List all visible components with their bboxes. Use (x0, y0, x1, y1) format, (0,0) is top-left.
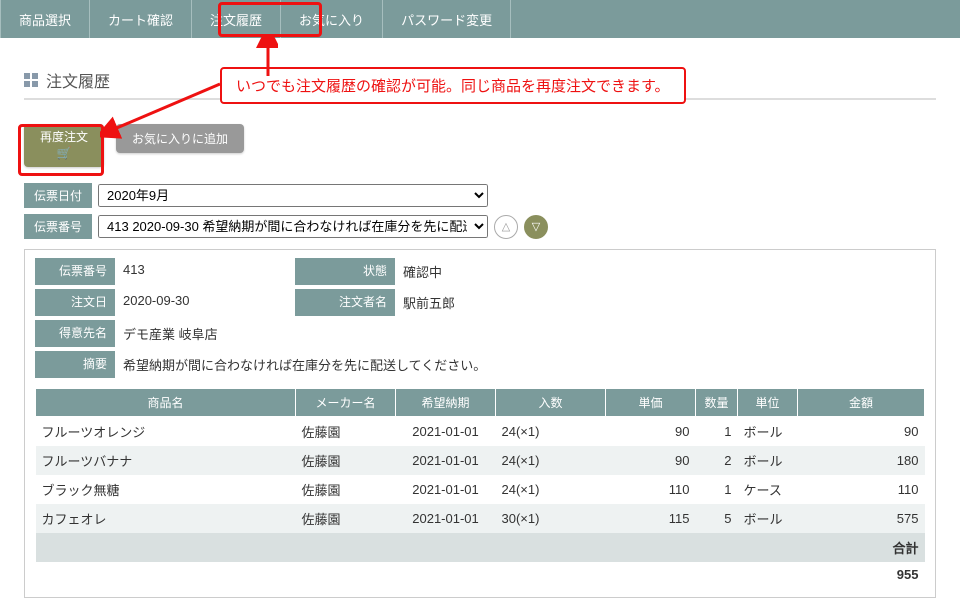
cell-pack: 24(×1) (496, 446, 606, 475)
label-status: 状態 (295, 258, 395, 285)
cell-name: カフェオレ (36, 504, 296, 533)
cell-deliv: 2021-01-01 (396, 504, 496, 533)
cell-pack: 24(×1) (496, 475, 606, 504)
value-note: 希望納期が間に合わなければ在庫分を先に配送してください。 (115, 351, 925, 378)
cell-amount: 90 (798, 417, 925, 447)
table-header-row: 商品名 メーカー名 希望納期 入数 単価 数量 単位 金額 (36, 389, 925, 417)
cell-amount: 575 (798, 504, 925, 533)
cell-unit: ボール (738, 446, 798, 475)
th-deliv: 希望納期 (396, 389, 496, 417)
th-maker: メーカー名 (296, 389, 396, 417)
cell-qty: 2 (696, 446, 738, 475)
filter-date-select[interactable]: 2020年9月 (98, 184, 488, 207)
label-order-date: 注文日 (35, 289, 115, 316)
cell-maker: 佐藤園 (296, 504, 396, 533)
cell-unit: ボール (738, 504, 798, 533)
cell-price: 90 (606, 446, 696, 475)
cell-deliv: 2021-01-01 (396, 475, 496, 504)
cell-price: 90 (606, 417, 696, 447)
add-favorite-button[interactable]: お気に入りに追加 (116, 124, 244, 153)
total-label-row: 合計 (36, 533, 925, 562)
cart-icon: 🛒 (57, 146, 72, 162)
reorder-button-label: 再度注文 (40, 130, 88, 144)
th-name: 商品名 (36, 389, 296, 417)
cell-unit: ボール (738, 417, 798, 447)
value-slip-no: 413 (115, 258, 295, 285)
cell-price: 110 (606, 475, 696, 504)
cell-unit: ケース (738, 475, 798, 504)
table-row: ブラック無糖佐藤園2021-01-0124(×1)1101ケース110 (36, 475, 925, 504)
total-amount-row: 955 (36, 562, 925, 587)
table-row: フルーツオレンジ佐藤園2021-01-0124(×1)901ボール90 (36, 417, 925, 447)
reorder-button[interactable]: 再度注文 🛒 (24, 124, 104, 167)
cell-qty: 1 (696, 475, 738, 504)
label-orderer: 注文者名 (295, 289, 395, 316)
th-unit: 単位 (738, 389, 798, 417)
nav-tab-favorites[interactable]: お気に入り (281, 0, 383, 38)
cell-amount: 110 (798, 475, 925, 504)
th-price: 単価 (606, 389, 696, 417)
th-qty: 数量 (696, 389, 738, 417)
th-amount: 金額 (798, 389, 925, 417)
annotation-text: いつでも注文履歴の確認が可能。同じ商品を再度注文できます。 (220, 67, 686, 104)
cell-pack: 24(×1) (496, 417, 606, 447)
cell-amount: 180 (798, 446, 925, 475)
next-button[interactable]: ▽ (524, 215, 548, 239)
nav-tab-password[interactable]: パスワード変更 (383, 0, 511, 38)
cell-deliv: 2021-01-01 (396, 417, 496, 447)
cell-pack: 30(×1) (496, 504, 606, 533)
th-pack: 入数 (496, 389, 606, 417)
prev-button[interactable]: △ (494, 215, 518, 239)
order-panel: 伝票番号 413 状態 確認中 注文日 2020-09-30 注文者名 駅前五郎… (24, 249, 936, 598)
page-title: 注文履歴 (46, 68, 110, 92)
cell-qty: 1 (696, 417, 738, 447)
total-label: 合計 (36, 533, 925, 562)
value-customer: デモ産業 岐阜店 (115, 320, 925, 347)
items-table: 商品名 メーカー名 希望納期 入数 単価 数量 単位 金額 フルーツオレンジ佐藤… (35, 388, 925, 587)
value-order-date: 2020-09-30 (115, 289, 295, 316)
nav-tab-cart[interactable]: カート確認 (90, 0, 192, 38)
filter-date-label: 伝票日付 (24, 183, 92, 208)
filter-number-label: 伝票番号 (24, 214, 92, 239)
cell-deliv: 2021-01-01 (396, 446, 496, 475)
nav-tab-history[interactable]: 注文履歴 (192, 0, 281, 38)
label-customer: 得意先名 (35, 320, 115, 347)
filter-number-select[interactable]: 413 2020-09-30 希望納期が間に合わなければ在庫分を先に配送 (98, 215, 488, 238)
label-slip-no: 伝票番号 (35, 258, 115, 285)
grid-icon (24, 73, 38, 87)
cell-maker: 佐藤園 (296, 417, 396, 447)
cell-name: フルーツオレンジ (36, 417, 296, 447)
total-amount: 955 (36, 562, 925, 587)
top-nav: 商品選択 カート確認 注文履歴 お気に入り パスワード変更 (0, 0, 960, 38)
cell-price: 115 (606, 504, 696, 533)
nav-tab-products[interactable]: 商品選択 (0, 0, 90, 38)
cell-name: ブラック無糖 (36, 475, 296, 504)
table-row: カフェオレ佐藤園2021-01-0130(×1)1155ボール575 (36, 504, 925, 533)
value-orderer: 駅前五郎 (395, 289, 925, 316)
label-note: 摘要 (35, 351, 115, 378)
cell-maker: 佐藤園 (296, 475, 396, 504)
cell-qty: 5 (696, 504, 738, 533)
cell-name: フルーツバナナ (36, 446, 296, 475)
table-row: フルーツバナナ佐藤園2021-01-0124(×1)902ボール180 (36, 446, 925, 475)
value-status: 確認中 (395, 258, 925, 285)
cell-maker: 佐藤園 (296, 446, 396, 475)
